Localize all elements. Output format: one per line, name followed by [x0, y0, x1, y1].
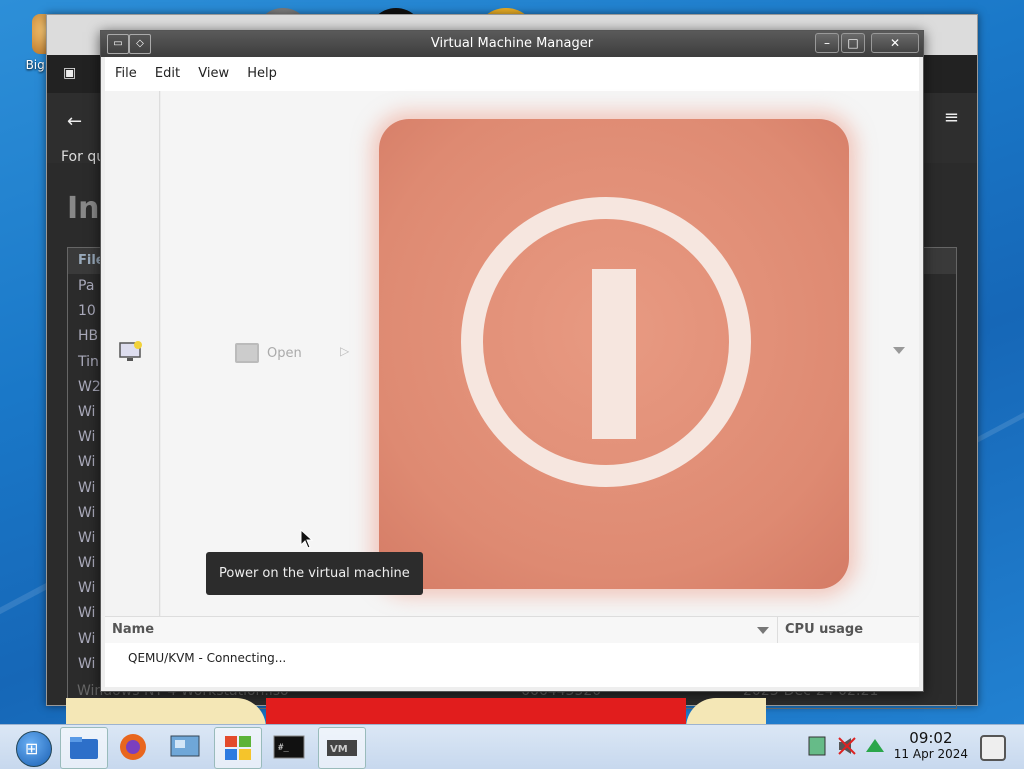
virt-manager-icon: VM — [327, 740, 357, 756]
taskbar-app-explorer[interactable] — [60, 727, 108, 769]
dropdown-arrow-icon[interactable] — [893, 347, 905, 354]
hamburger-menu-icon[interactable]: ≡ — [944, 107, 959, 128]
minimize-button[interactable]: – — [815, 33, 839, 53]
new-vm-icon[interactable] — [119, 341, 143, 363]
control-panel-icon — [170, 735, 200, 757]
taskbar-app-windows[interactable] — [214, 727, 262, 769]
clock[interactable]: 09:02 11 Apr 2024 — [894, 729, 968, 761]
power-icon — [379, 119, 849, 589]
left-toolbar — [105, 91, 160, 616]
menu-bar: File Edit View Help — [105, 57, 919, 91]
svg-text:VM: VM — [330, 744, 348, 755]
column-separator — [777, 617, 778, 643]
open-label: Open — [267, 345, 302, 361]
windows-logo-icon — [225, 736, 251, 760]
maximize-button[interactable]: □ — [841, 33, 865, 53]
sort-arrow-icon[interactable] — [757, 627, 769, 634]
menu-file[interactable]: File — [115, 57, 137, 91]
monitor-icon — [235, 343, 259, 363]
close-button[interactable]: ✕ — [871, 33, 919, 53]
background-subtitle: For qu — [61, 149, 106, 165]
taskbar-app-firefox[interactable] — [110, 727, 156, 767]
clock-date: 11 Apr 2024 — [893, 747, 968, 761]
column-name[interactable]: Name — [112, 622, 154, 637]
explorer-icon — [70, 737, 98, 759]
archive-icon[interactable]: ▣ — [63, 65, 76, 81]
play-icon[interactable]: ▷ — [340, 344, 349, 358]
menu-edit[interactable]: Edit — [155, 57, 180, 91]
volume-muted-icon[interactable] — [836, 735, 858, 757]
vmm-titlebar[interactable]: ▭ ◇ Virtual Machine Manager – □ ✕ — [101, 31, 923, 57]
connection-row[interactable]: QEMU/KVM - Connecting... — [128, 651, 286, 665]
show-desktop-icon[interactable] — [980, 735, 1006, 761]
terminal-icon: #_ — [273, 735, 305, 759]
menu-help[interactable]: Help — [247, 57, 277, 91]
taskbar-app-control-panel[interactable] — [162, 727, 208, 767]
vm-list: QEMU/KVM - Connecting... — [105, 643, 919, 687]
taskbar-app-virt-manager[interactable]: VM — [318, 727, 366, 769]
svg-text:#_: #_ — [278, 743, 289, 753]
start-button[interactable]: ⊞ — [16, 731, 52, 767]
tooltip: Power on the virtual machine — [206, 552, 423, 595]
power-icon-bar — [592, 269, 636, 439]
mouse-cursor-icon — [300, 529, 314, 549]
open-button[interactable]: Open — [235, 343, 302, 363]
taskbar: ⊞ #_ VM 09:02 11 Apr 2024 — [0, 724, 1024, 769]
windows-logo-icon: ⊞ — [25, 739, 39, 758]
main-content: Open ▷ ❚❚ — [161, 91, 919, 616]
taskbar-app-terminal[interactable]: #_ — [266, 727, 312, 767]
menu-view[interactable]: View — [198, 57, 229, 91]
update-arrow-icon[interactable] — [864, 735, 886, 757]
clock-time: 09:02 — [909, 729, 953, 747]
network-tray-icon[interactable] — [806, 735, 828, 757]
column-cpu-usage[interactable]: CPU usage — [785, 622, 863, 637]
firefox-icon — [120, 734, 146, 760]
vm-list-header: Name CPU usage — [105, 616, 919, 644]
back-arrow-icon[interactable]: ← — [67, 111, 82, 132]
window-title: Virtual Machine Manager — [430, 36, 594, 51]
